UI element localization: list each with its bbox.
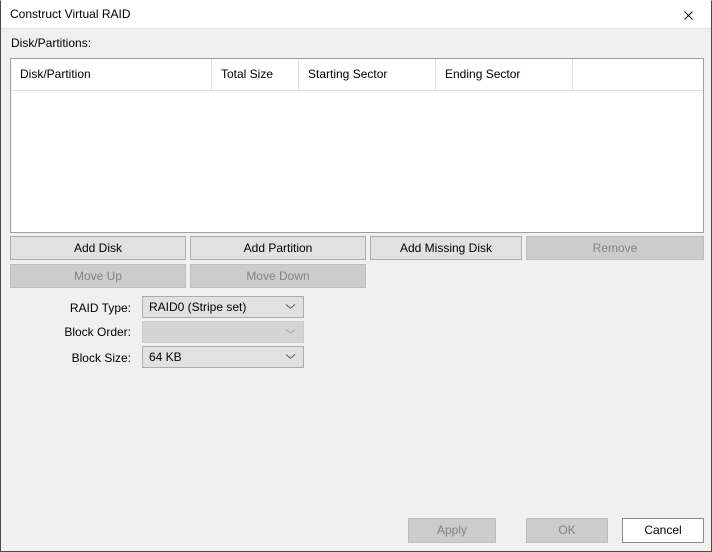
title-bar: Construct Virtual RAID <box>1 1 711 29</box>
column-header-spacer[interactable] <box>572 59 703 90</box>
add-disk-button[interactable]: Add Disk <box>10 236 186 260</box>
remove-button: Remove <box>526 236 704 260</box>
block-order-label: Block Order: <box>6 325 131 339</box>
apply-button: Apply <box>408 518 496 543</box>
chevron-down-icon <box>286 304 295 309</box>
disk-partitions-listview[interactable]: Disk/Partition Total Size Starting Secto… <box>10 58 704 233</box>
raid-type-value: RAID0 (Stripe set) <box>149 297 281 317</box>
disk-partitions-label: Disk/Partitions: <box>11 36 91 50</box>
add-partition-button[interactable]: Add Partition <box>190 236 366 260</box>
construct-virtual-raid-dialog: Construct Virtual RAID Disk/Partitions: … <box>0 0 712 552</box>
block-order-value <box>149 322 281 342</box>
column-header-total-size[interactable]: Total Size <box>211 59 298 90</box>
listview-body[interactable] <box>11 91 703 232</box>
ok-button: OK <box>526 518 608 543</box>
chevron-down-icon <box>286 329 295 334</box>
column-header-starting-sector[interactable]: Starting Sector <box>298 59 435 90</box>
move-down-button: Move Down <box>190 264 366 288</box>
raid-type-select[interactable]: RAID0 (Stripe set) <box>142 296 304 318</box>
block-order-select <box>142 321 304 343</box>
raid-type-label: RAID Type: <box>6 301 131 315</box>
column-header-disk-partition[interactable]: Disk/Partition <box>11 59 211 90</box>
block-size-select[interactable]: 64 KB <box>142 346 304 368</box>
add-missing-disk-button[interactable]: Add Missing Disk <box>370 236 522 260</box>
move-up-button: Move Up <box>10 264 186 288</box>
window-title: Construct Virtual RAID <box>10 7 131 21</box>
block-size-value: 64 KB <box>149 347 281 367</box>
block-size-label: Block Size: <box>6 351 131 365</box>
close-button[interactable] <box>665 1 711 28</box>
cancel-button[interactable]: Cancel <box>622 518 704 543</box>
chevron-down-icon <box>286 354 295 359</box>
listview-header: Disk/Partition Total Size Starting Secto… <box>11 59 703 91</box>
column-header-ending-sector[interactable]: Ending Sector <box>435 59 572 90</box>
close-icon <box>665 1 711 28</box>
